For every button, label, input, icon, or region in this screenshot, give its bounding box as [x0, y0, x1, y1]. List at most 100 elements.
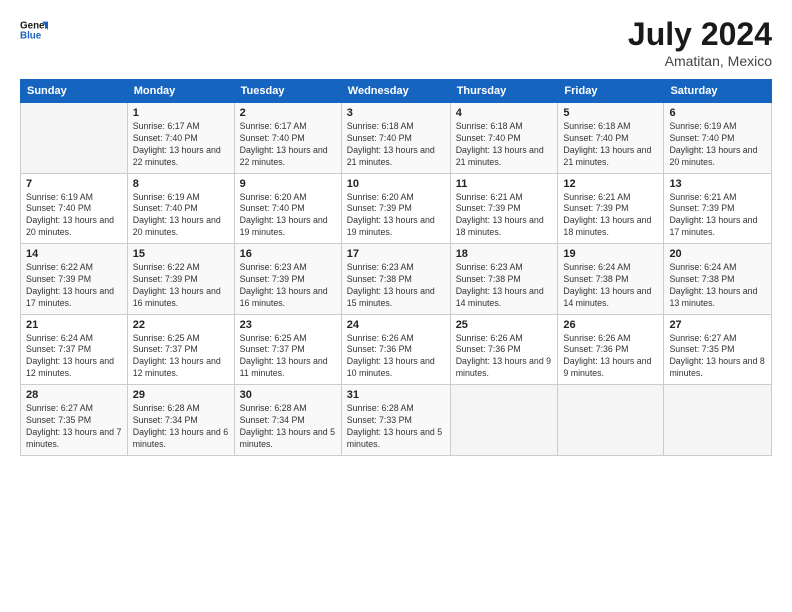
- day-number: 20: [669, 248, 766, 260]
- day-number: 11: [456, 178, 553, 190]
- day-number: 24: [347, 319, 445, 331]
- day-info: Sunrise: 6:24 AMSunset: 7:38 PMDaylight:…: [669, 262, 766, 310]
- day-info: Sunrise: 6:27 AMSunset: 7:35 PMDaylight:…: [669, 333, 766, 381]
- day-info: Sunrise: 6:23 AMSunset: 7:38 PMDaylight:…: [347, 262, 445, 310]
- day-info: Sunrise: 6:28 AMSunset: 7:34 PMDaylight:…: [240, 403, 336, 451]
- calendar-cell: 28 Sunrise: 6:27 AMSunset: 7:35 PMDayligh…: [21, 385, 128, 456]
- day-info: Sunrise: 6:28 AMSunset: 7:34 PMDaylight:…: [133, 403, 229, 451]
- day-info: Sunrise: 6:18 AMSunset: 7:40 PMDaylight:…: [456, 121, 553, 169]
- calendar-cell: [664, 385, 772, 456]
- calendar-cell: 6Sunrise: 6:19 AMSunset: 7:40 PMDaylight…: [664, 103, 772, 174]
- day-info: Sunrise: 6:19 AMSunset: 7:40 PMDaylight:…: [26, 192, 122, 240]
- day-info: Sunrise: 6:21 AMSunset: 7:39 PMDaylight:…: [456, 192, 553, 240]
- col-friday: Friday: [558, 80, 664, 103]
- calendar-week-row-4: 21 Sunrise: 6:24 AMSunset: 7:37 PMDayligh…: [21, 314, 772, 385]
- day-number: 4: [456, 107, 553, 119]
- col-wednesday: Wednesday: [341, 80, 450, 103]
- day-info: Sunrise: 6:26 AMSunset: 7:36 PMDaylight:…: [456, 333, 553, 381]
- calendar-cell: 30 Sunrise: 6:28 AMSunset: 7:34 PMDayligh…: [234, 385, 341, 456]
- calendar-week-row-1: 1 Sunrise: 6:17 AMSunset: 7:40 PMDaylight…: [21, 103, 772, 174]
- day-info: Sunrise: 6:23 AMSunset: 7:39 PMDaylight:…: [240, 262, 336, 310]
- day-number: 21: [26, 319, 122, 331]
- calendar-cell: 22 Sunrise: 6:25 AMSunset: 7:37 PMDayligh…: [127, 314, 234, 385]
- calendar-cell: 17 Sunrise: 6:23 AMSunset: 7:38 PMDayligh…: [341, 244, 450, 315]
- calendar-cell: 12Sunrise: 6:21 AMSunset: 7:39 PMDayligh…: [558, 173, 664, 244]
- col-monday: Monday: [127, 80, 234, 103]
- location: Amatitan, Mexico: [628, 53, 772, 69]
- calendar-cell: 25Sunrise: 6:26 AMSunset: 7:36 PMDayligh…: [450, 314, 558, 385]
- calendar-cell: 23 Sunrise: 6:25 AMSunset: 7:37 PMDayligh…: [234, 314, 341, 385]
- calendar-cell: 11 Sunrise: 6:21 AMSunset: 7:39 PMDayligh…: [450, 173, 558, 244]
- calendar-cell: [450, 385, 558, 456]
- calendar-cell: 10Sunrise: 6:20 AMSunset: 7:39 PMDayligh…: [341, 173, 450, 244]
- calendar-week-row-3: 14 Sunrise: 6:22 AMSunset: 7:39 PMDayligh…: [21, 244, 772, 315]
- page: General Blue July 2024 Amatitan, Mexico …: [0, 0, 792, 612]
- calendar-cell: 31Sunrise: 6:28 AMSunset: 7:33 PMDayligh…: [341, 385, 450, 456]
- day-info: Sunrise: 6:27 AMSunset: 7:35 PMDaylight:…: [26, 403, 122, 451]
- calendar-cell: 3 Sunrise: 6:18 AMSunset: 7:40 PMDaylight…: [341, 103, 450, 174]
- title-block: July 2024 Amatitan, Mexico: [628, 16, 772, 69]
- calendar-cell: 29Sunrise: 6:28 AMSunset: 7:34 PMDayligh…: [127, 385, 234, 456]
- day-number: 27: [669, 319, 766, 331]
- calendar-cell: 20 Sunrise: 6:24 AMSunset: 7:38 PMDayligh…: [664, 244, 772, 315]
- calendar-cell: 16 Sunrise: 6:23 AMSunset: 7:39 PMDayligh…: [234, 244, 341, 315]
- calendar-cell: [558, 385, 664, 456]
- day-number: 23: [240, 319, 336, 331]
- calendar-cell: 14Sunrise: 6:22 AMSunset: 7:39 PMDayligh…: [21, 244, 128, 315]
- day-info: Sunrise: 6:26 AMSunset: 7:36 PMDaylight:…: [347, 333, 445, 381]
- calendar-cell: [21, 103, 128, 174]
- calendar-week-row-5: 28 Sunrise: 6:27 AMSunset: 7:35 PMDayligh…: [21, 385, 772, 456]
- calendar-cell: 9 Sunrise: 6:20 AMSunset: 7:40 PMDaylight…: [234, 173, 341, 244]
- day-info: Sunrise: 6:21 AMSunset: 7:39 PMDaylight:…: [563, 192, 658, 240]
- day-number: 8: [133, 178, 229, 190]
- day-info: Sunrise: 6:24 AMSunset: 7:38 PMDaylight:…: [563, 262, 658, 310]
- day-number: 30: [240, 389, 336, 401]
- calendar-cell: 15Sunrise: 6:22 AMSunset: 7:39 PMDayligh…: [127, 244, 234, 315]
- col-tuesday: Tuesday: [234, 80, 341, 103]
- day-number: 17: [347, 248, 445, 260]
- day-number: 2: [240, 107, 336, 119]
- calendar-cell: 26Sunrise: 6:26 AMSunset: 7:36 PMDayligh…: [558, 314, 664, 385]
- day-info: Sunrise: 6:17 AMSunset: 7:40 PMDaylight:…: [133, 121, 229, 169]
- day-info: Sunrise: 6:22 AMSunset: 7:39 PMDaylight:…: [133, 262, 229, 310]
- calendar-cell: 1 Sunrise: 6:17 AMSunset: 7:40 PMDaylight…: [127, 103, 234, 174]
- day-number: 1: [133, 107, 229, 119]
- calendar-cell: 13 Sunrise: 6:21 AMSunset: 7:39 PMDayligh…: [664, 173, 772, 244]
- header: General Blue July 2024 Amatitan, Mexico: [20, 16, 772, 69]
- day-info: Sunrise: 6:23 AMSunset: 7:38 PMDaylight:…: [456, 262, 553, 310]
- svg-text:Blue: Blue: [20, 30, 42, 41]
- day-number: 22: [133, 319, 229, 331]
- day-info: Sunrise: 6:18 AMSunset: 7:40 PMDaylight:…: [563, 121, 658, 169]
- day-number: 9: [240, 178, 336, 190]
- col-sunday: Sunday: [21, 80, 128, 103]
- col-saturday: Saturday: [664, 80, 772, 103]
- calendar-cell: 4 Sunrise: 6:18 AMSunset: 7:40 PMDaylight…: [450, 103, 558, 174]
- calendar-cell: 27 Sunrise: 6:27 AMSunset: 7:35 PMDayligh…: [664, 314, 772, 385]
- day-info: Sunrise: 6:19 AMSunset: 7:40 PMDaylight:…: [669, 121, 766, 169]
- calendar-header-row: Sunday Monday Tuesday Wednesday Thursday…: [21, 80, 772, 103]
- calendar-cell: 8 Sunrise: 6:19 AMSunset: 7:40 PMDaylight…: [127, 173, 234, 244]
- calendar-cell: 18Sunrise: 6:23 AMSunset: 7:38 PMDayligh…: [450, 244, 558, 315]
- day-info: Sunrise: 6:18 AMSunset: 7:40 PMDaylight:…: [347, 121, 445, 169]
- month-year: July 2024: [628, 16, 772, 53]
- day-info: Sunrise: 6:20 AMSunset: 7:39 PMDaylight:…: [347, 192, 445, 240]
- day-number: 28: [26, 389, 122, 401]
- day-info: Sunrise: 6:24 AMSunset: 7:37 PMDaylight:…: [26, 333, 122, 381]
- col-thursday: Thursday: [450, 80, 558, 103]
- day-number: 3: [347, 107, 445, 119]
- day-number: 5: [563, 107, 658, 119]
- day-info: Sunrise: 6:25 AMSunset: 7:37 PMDaylight:…: [240, 333, 336, 381]
- day-info: Sunrise: 6:17 AMSunset: 7:40 PMDaylight:…: [240, 121, 336, 169]
- day-info: Sunrise: 6:19 AMSunset: 7:40 PMDaylight:…: [133, 192, 229, 240]
- logo-icon: General Blue: [20, 16, 48, 44]
- logo: General Blue: [20, 16, 48, 44]
- day-number: 14: [26, 248, 122, 260]
- calendar-cell: 21 Sunrise: 6:24 AMSunset: 7:37 PMDayligh…: [21, 314, 128, 385]
- day-number: 13: [669, 178, 766, 190]
- day-info: Sunrise: 6:20 AMSunset: 7:40 PMDaylight:…: [240, 192, 336, 240]
- day-info: Sunrise: 6:21 AMSunset: 7:39 PMDaylight:…: [669, 192, 766, 240]
- day-info: Sunrise: 6:25 AMSunset: 7:37 PMDaylight:…: [133, 333, 229, 381]
- day-number: 31: [347, 389, 445, 401]
- calendar-cell: 2 Sunrise: 6:17 AMSunset: 7:40 PMDaylight…: [234, 103, 341, 174]
- day-number: 16: [240, 248, 336, 260]
